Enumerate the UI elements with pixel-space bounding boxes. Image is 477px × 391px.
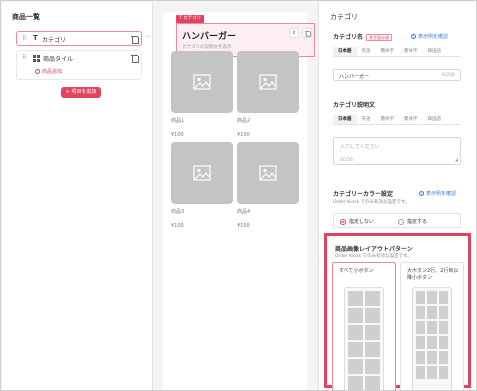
category-name-input[interactable]: ハンバーガー 6/256	[333, 69, 461, 81]
product-price: ¥100	[171, 223, 184, 229]
product-card[interactable]: 商品3 ¥100	[171, 142, 233, 229]
category-name-label: カテゴリ名 多言語必須	[333, 32, 393, 41]
layout-option-label: すべて小ボタン	[339, 268, 374, 274]
textarea-placeholder: 入力してください	[340, 144, 380, 150]
radio-unselected-icon	[398, 218, 404, 225]
image-placeholder-icon	[237, 142, 299, 204]
tab-japanese[interactable]: 日本語	[333, 115, 357, 124]
input-value: ハンバーガー	[339, 74, 370, 80]
show-example-link[interactable]: ? 表示例を確認	[411, 33, 448, 40]
required-badge: 多言語必須	[366, 34, 393, 41]
tab-english[interactable]: 英語	[357, 115, 376, 124]
category-description-label: カテゴリ説明文	[333, 102, 376, 109]
panel-title: 商品一覧	[12, 13, 40, 21]
layout-pattern-note: Order Kiosk でのみ有効な設定です。	[335, 254, 412, 259]
color-note: Order Kiosk でのみ有効な設定です。	[333, 200, 410, 205]
category-description-textarea[interactable]: 入力してください 0/256 ◢	[333, 137, 461, 165]
trash-icon[interactable]	[131, 54, 139, 63]
layout-thumbnail-icon	[344, 287, 384, 390]
product-name: 商品4	[237, 209, 251, 215]
tab-japanese[interactable]: 日本語	[333, 47, 357, 56]
radio-not-specified[interactable]: 指定しない	[340, 218, 374, 225]
category-tag: T カテゴリ	[176, 15, 205, 23]
language-tabs: 日本語 英語 簡体字 繁体字 韓国語	[333, 115, 461, 125]
move-button[interactable]: ⇕	[289, 28, 299, 38]
layout-option-label: 大ボタン2行、2行目以 降小ボタン	[407, 268, 459, 281]
tab-traditional-chinese[interactable]: 繁体字	[399, 115, 423, 124]
image-placeholder-icon	[171, 142, 233, 204]
chevron-up-icon[interactable]: ︿	[146, 32, 151, 39]
tab-korean[interactable]: 韓国語	[423, 47, 447, 56]
color-radio-group: 指定しない 指定する	[333, 213, 461, 228]
drag-handle-icon[interactable]: ⠿	[22, 54, 27, 61]
question-icon: ?	[411, 34, 416, 39]
tab-english[interactable]: 英語	[357, 47, 376, 56]
radio-specify[interactable]: 指定する	[398, 218, 427, 225]
trash-icon[interactable]	[131, 35, 139, 44]
char-count: 6/256	[442, 73, 455, 78]
preview-area: T カテゴリ ハンバーガー カテゴリの説明文を表示 ⇕ 商品1 ¥100 商品2	[153, 2, 315, 390]
product-price: ¥100	[237, 132, 250, 138]
radio-selected-icon	[340, 218, 346, 225]
product-name: 商品3	[171, 209, 185, 215]
product-name: 商品1	[171, 118, 185, 124]
list-item-label: カテゴリ	[42, 37, 67, 44]
tab-simplified-chinese[interactable]: 簡体字	[376, 47, 400, 56]
plus-circle-icon	[35, 69, 40, 74]
layout-pattern-section: 商品画像レイアウトパターン Order Kiosk でのみ有効な設定です。 すべ…	[324, 233, 471, 390]
layout-option-all-small[interactable]: すべて小ボタン	[332, 262, 396, 390]
add-product-link[interactable]: 商品追加	[35, 68, 62, 75]
delete-button[interactable]	[302, 28, 312, 38]
product-card[interactable]: 商品4 ¥100	[237, 142, 299, 229]
add-item-button[interactable]: + 項目を追加	[61, 87, 101, 98]
image-placeholder-icon	[171, 51, 233, 113]
list-item-category[interactable]: ⠿ T カテゴリ	[16, 31, 142, 46]
trash-icon	[305, 30, 311, 37]
tab-simplified-chinese[interactable]: 簡体字	[376, 115, 400, 124]
layout-thumbnail-icon	[412, 287, 452, 390]
text-type-icon: T	[33, 34, 38, 42]
tab-traditional-chinese[interactable]: 繁体字	[399, 47, 423, 56]
category-description: カテゴリの説明文を表示	[182, 45, 232, 50]
category-color-label: カテゴリーカラー設定	[333, 191, 394, 198]
tab-korean[interactable]: 韓国語	[423, 115, 447, 124]
resize-handle-icon[interactable]: ◢	[455, 157, 458, 162]
char-count: 0/256	[340, 158, 353, 163]
layout-pattern-title: 商品画像レイアウトパターン	[335, 246, 413, 253]
app-window: 商品一覧 ︿ ⠿ T カテゴリ ⠿ 商品タイル 商品追加 + 項目を追加 T カ…	[0, 0, 477, 391]
product-name: 商品2	[237, 118, 251, 124]
drag-handle-icon[interactable]: ⠿	[22, 35, 27, 42]
item-list-panel: 商品一覧 ︿ ⠿ T カテゴリ ⠿ 商品タイル 商品追加 + 項目を追加	[2, 2, 153, 390]
language-tabs: 日本語 英語 簡体字 繁体字 韓国語	[333, 47, 461, 57]
list-item-label: 商品タイル	[43, 56, 74, 63]
image-placeholder-icon	[237, 51, 299, 113]
layout-option-large-then-small[interactable]: 大ボタン2行、2行目以 降小ボタン	[400, 262, 464, 390]
grid-icon	[33, 55, 40, 62]
settings-title: カテゴリ	[330, 13, 358, 21]
product-price: ¥100	[171, 132, 184, 138]
product-card[interactable]: 商品1 ¥100	[171, 51, 233, 138]
preview-canvas: T カテゴリ ハンバーガー カテゴリの説明文を表示 ⇕ 商品1 ¥100 商品2	[163, 12, 315, 390]
product-card[interactable]: 商品2 ¥100	[237, 51, 299, 138]
question-icon: ?	[419, 191, 424, 196]
list-item-product-tile[interactable]: ⠿ 商品タイル 商品追加	[16, 50, 142, 80]
show-example-link[interactable]: ? 表示例を確認	[419, 190, 456, 197]
category-name: ハンバーガー	[182, 32, 237, 42]
product-price: ¥100	[237, 223, 250, 229]
